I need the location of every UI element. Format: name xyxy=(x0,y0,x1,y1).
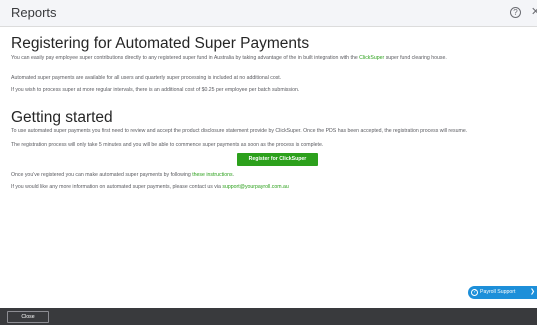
help-icon[interactable]: ? xyxy=(510,7,521,18)
contact-text: If you would like any more information o… xyxy=(11,184,223,190)
instructions-paragraph: Once you've registered you can make auto… xyxy=(11,171,533,179)
intro-text: You can easily pay employee super contri… xyxy=(11,55,360,61)
instructions-link[interactable]: these instructions xyxy=(192,172,232,178)
question-circle-icon: ? xyxy=(471,289,478,296)
intro-paragraph: You can easily pay employee super contri… xyxy=(11,54,533,62)
close-icon[interactable]: ✕ xyxy=(531,5,537,18)
close-button[interactable]: Close xyxy=(7,311,49,323)
dialog-footer: Close xyxy=(0,308,537,325)
contact-paragraph: If you would like any more information o… xyxy=(11,183,533,191)
instructions-end: . xyxy=(232,172,235,178)
payroll-support-label: Payroll Support xyxy=(480,289,516,295)
instructions-text: Once you've registered you can make auto… xyxy=(11,172,193,178)
process-paragraph: The registration process will only take … xyxy=(11,142,324,148)
dialog-header: Reports ? ✕ xyxy=(0,0,537,27)
register-clicksuper-button[interactable]: Register for ClickSuper xyxy=(237,153,318,166)
payroll-support-button[interactable]: ? Payroll Support ❯ xyxy=(468,286,537,299)
support-email-link[interactable]: support@yourpayroll.com.au xyxy=(222,184,288,190)
clicksuper-link[interactable]: ClickSuper xyxy=(359,55,384,61)
dialog-title: Reports xyxy=(11,5,57,20)
dialog-content: Registering for Automated Super Payments… xyxy=(0,27,537,308)
section-heading: Getting started xyxy=(11,109,113,126)
pricing-paragraph: If you wish to process super at more reg… xyxy=(11,87,300,93)
pds-paragraph: To use automated super payments you firs… xyxy=(11,128,468,134)
page-title: Registering for Automated Super Payments xyxy=(11,35,310,52)
chevron-right-icon: ❯ xyxy=(530,289,536,295)
intro-text-end: super fund clearing house. xyxy=(384,55,447,61)
availability-paragraph: Automated super payments are available f… xyxy=(11,75,282,81)
